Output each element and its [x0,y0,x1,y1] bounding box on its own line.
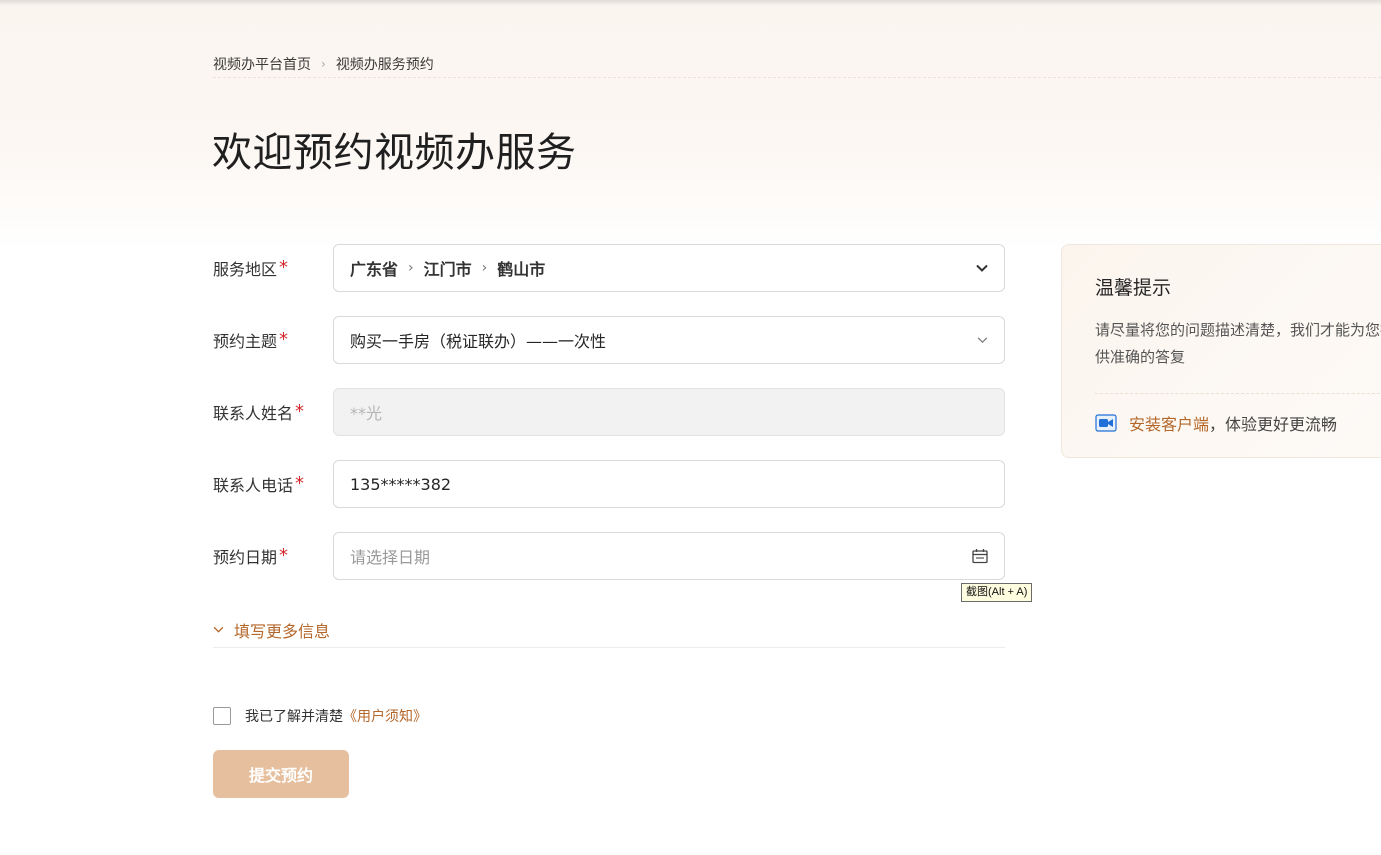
date-label: 预约日期 * [213,544,333,568]
agreement: 我已了解并清楚 《用户须知》 [213,706,427,726]
contact-name-label: 联系人姓名 * [213,400,333,424]
contact-phone-label-text: 联系人电话 [213,476,294,495]
chevron-down-icon[interactable] [976,264,988,272]
region-select[interactable]: 广东省 › 江门市 › 鹤山市 [333,244,1005,292]
breadcrumb: 视频办平台首页 › 视频办服务预约 [213,50,1381,78]
chevron-down-icon [213,626,224,633]
contact-phone-value: 135*****382 [350,474,452,494]
required-mark: * [279,545,289,566]
required-mark: * [279,257,289,278]
topic-select[interactable]: 购买一手房（税证联办）——一次性 [333,316,1005,364]
region-row: 服务地区 * 广东省 › 江门市 › 鹤山市 [213,244,1005,292]
required-mark: * [295,473,305,494]
submit-button[interactable]: 提交预约 [213,750,349,798]
breadcrumb-separator: › [321,56,326,71]
breadcrumb-current: 视频办服务预约 [335,56,434,73]
topic-row: 预约主题 * 购买一手房（税证联办）——一次性 [213,316,1005,364]
tip-title: 温馨提示 [1095,277,1172,299]
contact-name-value: **光 [350,404,383,423]
more-info-label: 填写更多信息 [234,621,331,641]
chevron-down-icon[interactable] [977,337,988,344]
date-label-text: 预约日期 [213,548,278,567]
page-title: 欢迎预约视频办服务 [212,130,577,176]
region-label: 服务地区 * [213,256,333,280]
user-notice-link[interactable]: 《用户须知》 [343,706,427,726]
region-city: 江门市 [423,260,472,279]
breadcrumb-home-link[interactable]: 视频办平台首页 [213,54,311,74]
date-row: 预约日期 * 请选择日期 [213,532,1005,580]
contact-name-field: **光 [333,388,1005,436]
region-district: 鹤山市 [497,260,546,279]
region-separator: › [408,260,414,276]
contact-name-row: 联系人姓名 * **光 [213,388,1005,436]
install-client-row: 安装客户端 ，体验更好更流畅 [1095,411,1337,435]
region-province: 广东省 [350,260,399,279]
topic-label: 预约主题 * [213,328,333,352]
contact-phone-row: 联系人电话 * 135*****382 [213,460,1005,508]
agreement-text: 我已了解并清楚 [245,709,343,725]
required-mark: * [279,329,289,350]
topic-value: 购买一手房（税证联办）——一次性 [350,332,607,351]
date-picker-field[interactable]: 请选择日期 [333,532,1005,580]
install-client-suffix: ，体验更好更流畅 [1209,415,1338,434]
required-mark: * [295,401,305,422]
region-separator: › [481,260,488,276]
screenshot-tooltip: 截图(Alt + A) [961,583,1033,602]
tip-body: 请尽量将您的问题描述清楚，我们才能为您提供准确的答复 [1095,321,1381,366]
tip-card: 温馨提示 请尽量将您的问题描述清楚，我们才能为您提供准确的答复 安装客户端 ，体… [1061,244,1381,458]
date-placeholder: 请选择日期 [350,548,431,567]
contact-name-label-text: 联系人姓名 [213,404,294,423]
calendar-icon[interactable] [972,549,988,564]
top-shadow [0,0,1381,6]
tip-divider [1095,393,1381,394]
region-label-text: 服务地区 [213,260,278,279]
more-info-toggle[interactable]: 填写更多信息 [213,612,1005,648]
hero-background [0,0,1381,250]
contact-phone-field[interactable]: 135*****382 [333,460,1005,508]
contact-phone-label: 联系人电话 * [213,472,333,496]
video-camera-icon [1095,414,1117,432]
install-client-link[interactable]: 安装客户端 [1129,411,1209,435]
topic-label-text: 预约主题 [213,332,278,351]
agreement-checkbox[interactable] [213,707,231,725]
